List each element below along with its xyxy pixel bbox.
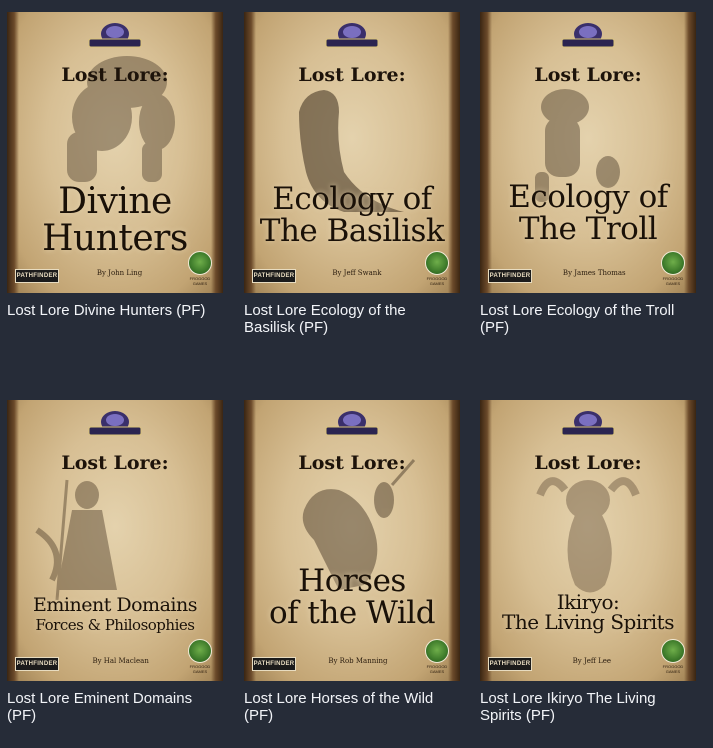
cover-author: By Jeff Swank	[332, 269, 382, 277]
pathfinder-badge: PATHFINDER	[488, 657, 532, 671]
lost-lands-logo-icon	[88, 23, 142, 48]
product-title-link[interactable]: Lost Lore Horses of the Wild (PF)	[244, 690, 460, 724]
frog-icon	[188, 639, 212, 663]
cover-title-line2: The Living Spirits	[502, 610, 675, 635]
pathfinder-badge: PATHFINDER	[15, 269, 59, 283]
product-card[interactable]: Lost Lore: Horses of the Wild PATHFINDER…	[244, 400, 460, 724]
cover-series-title: Lost Lore:	[298, 452, 406, 474]
frog-god-games-badge: FROGGOD GAMES	[424, 639, 450, 674]
lost-lands-logo-icon	[561, 411, 615, 436]
product-grid: Lost Lore: Divine Hunters PATHFINDER By …	[0, 0, 713, 748]
cover-title-line1: Horses	[298, 563, 406, 599]
product-cover[interactable]: Lost Lore: Divine Hunters PATHFINDER By …	[7, 12, 223, 293]
cover-title: Eminent Domains Forces & Philosophies	[15, 594, 215, 635]
cover-author: By James Thomas	[562, 269, 626, 277]
frog-icon	[661, 251, 685, 275]
lost-lands-logo-icon	[325, 411, 379, 436]
product-card[interactable]: Lost Lore: Ecology of The Troll PATHFIND…	[480, 12, 696, 336]
frog-icon	[425, 251, 449, 275]
product-title-link[interactable]: Lost Lore Ecology of the Basilisk (PF)	[244, 302, 460, 336]
cover-subtitle: Forces & Philosophies	[35, 616, 195, 635]
cover-title-line2: of the Wild	[268, 594, 436, 631]
cover-title: Horses of the Wild	[252, 563, 452, 631]
publisher-name: FROGGOD GAMES	[189, 664, 211, 674]
product-cover[interactable]: Lost Lore: Ecology of The Troll PATHFIND…	[480, 12, 696, 293]
cover-title-line1: Ecology of	[272, 181, 432, 217]
frog-god-games-badge: FROGGOD GAMES	[660, 251, 686, 286]
product-card[interactable]: Lost Lore: Ecology of The Basilisk PATHF…	[244, 12, 460, 336]
cover-series-title: Lost Lore:	[61, 452, 169, 474]
cover-title-line2: Hunters	[42, 217, 188, 259]
cover-title: Ecology of The Troll	[488, 179, 688, 247]
frog-icon	[425, 639, 449, 663]
lost-lands-logo-icon	[325, 23, 379, 48]
product-card[interactable]: Lost Lore: Eminent Domains Forces & Phil…	[7, 400, 223, 724]
product-cover[interactable]: Lost Lore: Ecology of The Basilisk PATHF…	[244, 12, 460, 293]
pathfinder-badge: PATHFINDER	[252, 657, 296, 671]
pathfinder-badge: PATHFINDER	[252, 269, 296, 283]
pathfinder-badge: PATHFINDER	[15, 657, 59, 671]
publisher-name: FROGGOD GAMES	[662, 276, 684, 286]
cover-author: By Hal Maclean	[92, 657, 149, 665]
product-card[interactable]: Lost Lore: Divine Hunters PATHFINDER By …	[7, 12, 223, 319]
product-cover[interactable]: Lost Lore: Ikiryo: The Living Spirits PA…	[480, 400, 696, 681]
cover-title-line1: Eminent Domains	[33, 594, 197, 616]
cover-series-title: Lost Lore:	[534, 452, 642, 474]
cover-title-line2: The Troll	[518, 210, 658, 247]
product-card[interactable]: Lost Lore: Ikiryo: The Living Spirits PA…	[480, 400, 696, 724]
cover-title-line1: Divine	[58, 181, 172, 222]
publisher-name: FROGGOD GAMES	[426, 276, 448, 286]
frog-god-games-badge: FROGGOD GAMES	[660, 639, 686, 674]
cover-title: Divine Hunters	[15, 181, 215, 259]
cover-author: By John Ling	[96, 269, 143, 277]
product-title-link[interactable]: Lost Lore Eminent Domains (PF)	[7, 690, 223, 724]
frog-god-games-badge: FROGGOD GAMES	[187, 639, 213, 674]
pathfinder-badge: PATHFINDER	[488, 269, 532, 283]
frog-god-games-badge: FROGGOD GAMES	[187, 251, 213, 286]
product-title-link[interactable]: Lost Lore Ikiryo The Living Spirits (PF)	[480, 690, 696, 724]
publisher-name: FROGGOD GAMES	[662, 664, 684, 674]
product-title-link[interactable]: Lost Lore Ecology of the Troll (PF)	[480, 302, 696, 336]
cover-title: Ikiryo: The Living Spirits	[488, 592, 688, 633]
cover-series-title: Lost Lore:	[534, 64, 642, 86]
cover-author: By Jeff Lee	[572, 657, 612, 665]
cover-title-line1: Ecology of	[508, 179, 668, 215]
publisher-name: FROGGOD GAMES	[426, 664, 448, 674]
product-title-link[interactable]: Lost Lore Divine Hunters (PF)	[7, 302, 223, 319]
lost-lands-logo-icon	[561, 23, 615, 48]
cover-author: By Rob Manning	[328, 657, 388, 665]
frog-god-games-badge: FROGGOD GAMES	[424, 251, 450, 286]
cover-title: Ecology of The Basilisk	[252, 181, 452, 249]
product-cover[interactable]: Lost Lore: Eminent Domains Forces & Phil…	[7, 400, 223, 681]
product-cover[interactable]: Lost Lore: Horses of the Wild PATHFINDER…	[244, 400, 460, 681]
frog-icon	[188, 251, 212, 275]
publisher-name: FROGGOD GAMES	[189, 276, 211, 286]
frog-icon	[661, 639, 685, 663]
cover-title-line2: The Basilisk	[259, 212, 445, 249]
cover-series-title: Lost Lore:	[298, 64, 406, 86]
cover-series-title: Lost Lore:	[61, 64, 169, 86]
lost-lands-logo-icon	[88, 411, 142, 436]
